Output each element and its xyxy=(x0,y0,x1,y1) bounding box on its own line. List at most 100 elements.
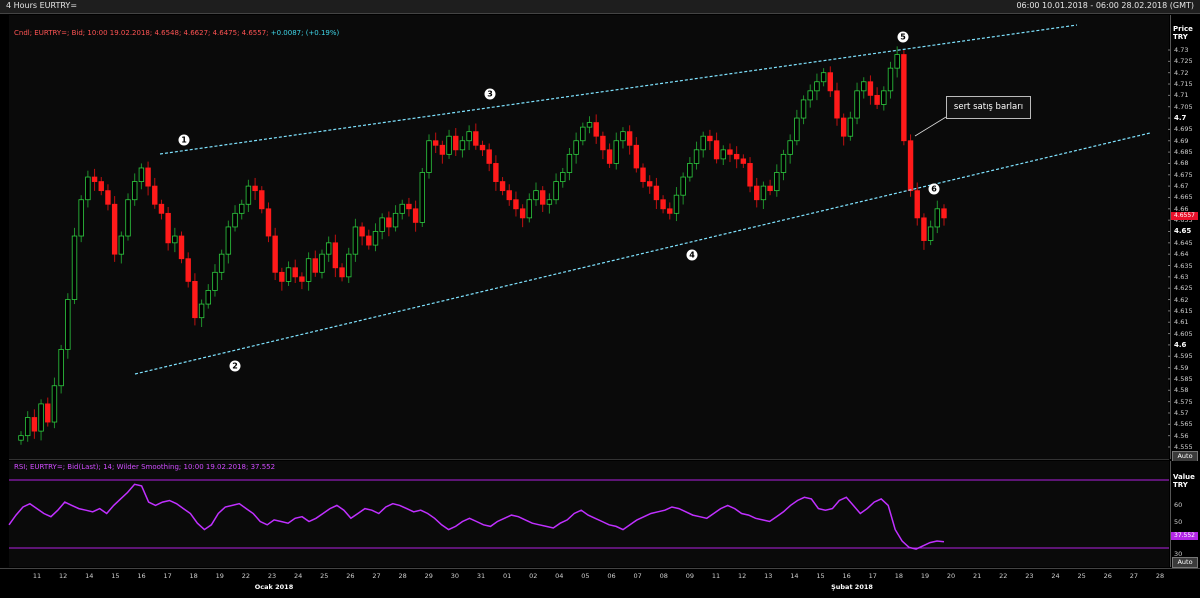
candle-body xyxy=(847,117,854,137)
candle-body xyxy=(406,203,412,210)
time-tick-label: 08 xyxy=(659,572,668,580)
candle-body xyxy=(513,199,519,210)
candle-body xyxy=(606,149,613,164)
candle-body xyxy=(901,54,907,142)
candle-body xyxy=(265,208,272,237)
candle-body xyxy=(132,181,138,201)
price-tick-label: 4.69 xyxy=(1174,136,1189,145)
candle-body xyxy=(854,90,860,119)
price-tick-label: 4.57 xyxy=(1174,408,1189,417)
price-tick-label: 4.565 xyxy=(1174,420,1193,429)
candle-body xyxy=(479,144,486,151)
price-tick-label: 4.7 xyxy=(1174,114,1187,123)
price-tick-label: 4.73 xyxy=(1174,46,1189,54)
candle-body xyxy=(172,235,178,244)
candle-body xyxy=(546,199,553,205)
candle-body xyxy=(740,158,747,164)
rsi-auto-scale-button[interactable]: Auto xyxy=(1172,557,1198,568)
candle-body xyxy=(560,172,566,182)
candle-body xyxy=(754,185,760,201)
candle-body xyxy=(907,140,914,192)
candle-body xyxy=(245,185,252,205)
candle-body xyxy=(24,417,31,437)
candle-body xyxy=(339,267,345,278)
candle-body xyxy=(232,212,238,228)
candle-body xyxy=(539,190,546,205)
candle-body xyxy=(473,131,479,146)
time-tick-label: 05 xyxy=(581,572,590,580)
candle-body xyxy=(633,144,640,169)
price-axis[interactable]: Price TRY 4.73 4.725 4.72 4.715 4.71 4.705 4.7… xyxy=(1170,15,1200,459)
candle-body xyxy=(667,208,673,214)
candle-body xyxy=(118,235,125,255)
rsi-axis[interactable]: Value TRY 60504030 xyxy=(1170,461,1200,567)
price-tick-label: 4.72 xyxy=(1174,68,1189,77)
candle-body xyxy=(459,140,466,151)
candle-body xyxy=(586,122,593,128)
price-tick-label: 4.56 xyxy=(1174,431,1189,440)
candle-body xyxy=(45,403,51,423)
candle-body xyxy=(312,258,318,273)
wave-label-2: 2 xyxy=(229,360,241,372)
candle-body xyxy=(640,167,646,182)
candle-body xyxy=(573,140,579,155)
candle-body xyxy=(727,149,733,155)
price-tick-label: 4.665 xyxy=(1174,193,1193,202)
candle-body xyxy=(392,212,399,228)
candle-body xyxy=(111,203,118,255)
candle-body xyxy=(98,181,104,192)
candle-body xyxy=(65,299,71,350)
candle-body xyxy=(780,153,787,173)
candle-body xyxy=(861,81,867,92)
time-tick-label: 23 xyxy=(1025,572,1034,580)
candle-body xyxy=(526,199,533,219)
price-tick-label: 4.625 xyxy=(1174,284,1193,293)
candle-body xyxy=(834,90,840,119)
price-tick-label: 4.615 xyxy=(1174,306,1193,315)
candle-body xyxy=(941,208,947,219)
candle-body xyxy=(887,67,894,92)
candle-body xyxy=(379,217,385,232)
annotation-callout[interactable]: sert satış barları xyxy=(946,96,1031,119)
price-tick-label: 4.675 xyxy=(1174,170,1193,179)
candle-body xyxy=(934,208,941,228)
candle-body xyxy=(486,149,492,164)
time-tick-label: 23 xyxy=(267,572,277,580)
candle-body xyxy=(733,153,740,160)
time-tick-label: 22 xyxy=(999,572,1008,580)
candle-body xyxy=(519,208,526,219)
price-tick-label: 4.645 xyxy=(1174,238,1193,247)
candle-body xyxy=(600,135,606,151)
candle-body xyxy=(239,203,245,214)
wave-label-1: 1 xyxy=(178,134,190,146)
price-tick-label: 4.6 xyxy=(1174,340,1187,349)
candle-body xyxy=(218,253,225,273)
candle-body xyxy=(874,94,880,105)
candle-body xyxy=(279,271,285,282)
candle-body xyxy=(272,235,278,273)
candle-body xyxy=(720,149,726,160)
candle-body xyxy=(51,385,58,423)
time-tick-label: 06 xyxy=(607,572,616,580)
candle-body xyxy=(927,226,934,241)
price-tick-label: 4.63 xyxy=(1174,272,1189,281)
candle-body xyxy=(660,199,666,210)
candle-body xyxy=(192,280,198,319)
candle-body xyxy=(158,203,165,214)
candle-body xyxy=(820,72,827,83)
candle-body xyxy=(31,417,38,432)
candle-body xyxy=(91,176,98,182)
rsi-tick-label: 50 xyxy=(1174,517,1183,526)
time-tick-label: 27 xyxy=(1129,572,1139,580)
time-tick-label: 31 xyxy=(476,572,486,580)
time-tick-label: 17 xyxy=(868,572,877,580)
candle-body xyxy=(198,303,205,319)
time-axis[interactable]: 11 12 14 15 16 17 18 19 22 23 24 25 26 27 28 29 30 31 01 02… xyxy=(0,568,1200,598)
candle-body xyxy=(432,140,439,146)
candle-body xyxy=(399,203,405,214)
candle-body xyxy=(894,54,900,69)
candle-body xyxy=(814,81,820,92)
candle-body xyxy=(593,122,599,137)
rsi-axis-title: Value TRY xyxy=(1173,473,1195,489)
price-tick-label: 4.635 xyxy=(1174,261,1193,270)
